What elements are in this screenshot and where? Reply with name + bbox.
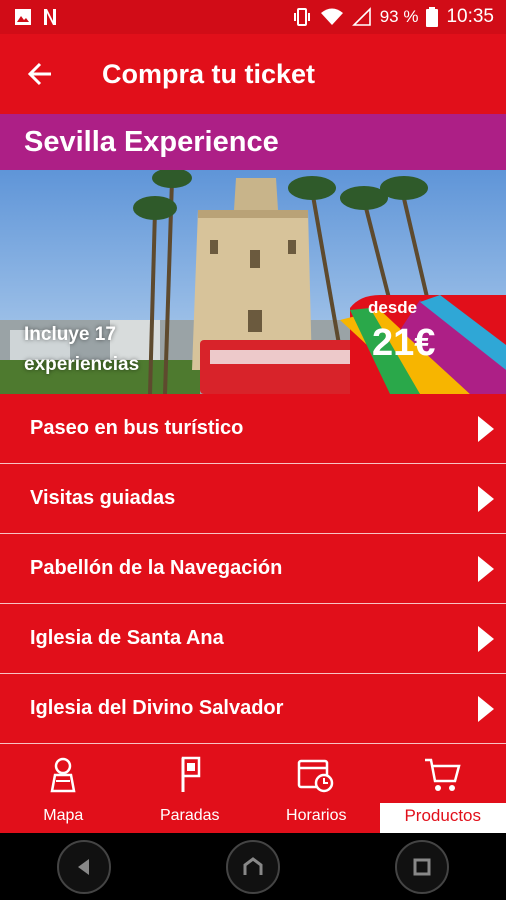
nav-back-button[interactable] [57, 839, 112, 894]
wifi-icon [320, 8, 343, 25]
tour-bus [200, 340, 370, 394]
tab-productos[interactable]: Productos [379, 746, 506, 833]
menu-item-label: Iglesia del Divino Salvador [30, 697, 284, 719]
square-recents-icon [413, 858, 431, 875]
menu-item-label: Paseo en bus turístico [30, 417, 244, 439]
menu-item-label: Pabellón de la Navegación [30, 557, 283, 579]
bus-stop-icon [181, 756, 200, 792]
nav-recents-button[interactable] [394, 839, 449, 894]
menu-item-label: Iglesia de Santa Ana [30, 627, 224, 649]
status-bar: 93 % 10:35 [0, 0, 506, 34]
battery-percent: 93 % [379, 7, 419, 26]
vibrate-icon [293, 8, 310, 26]
experiences-caption: Incluye 17 experiencias [24, 324, 140, 375]
experience-title: Sevilla Experience [24, 125, 279, 158]
menu-item-paseo-bus[interactable]: Paseo en bus turístico [0, 394, 506, 464]
price-from-label: desde [368, 298, 418, 317]
chevron-right-icon [478, 626, 494, 652]
netflix-notification-icon [44, 9, 56, 25]
menu-item-iglesia-santa-ana[interactable]: Iglesia de Santa Ana [0, 604, 506, 674]
calendar-clock-icon [298, 759, 334, 793]
page-title: Compra tu ticket [102, 58, 316, 89]
tab-label: Productos [379, 803, 506, 833]
back-button[interactable] [0, 34, 80, 114]
tab-mapa[interactable]: Mapa [0, 746, 127, 833]
price-value: 21€ [372, 322, 436, 364]
arrow-back-icon [27, 62, 51, 86]
chevron-right-icon [478, 556, 494, 582]
menu-item-label: Visitas guiadas [30, 487, 176, 509]
tower-upper [234, 178, 278, 210]
system-nav-bar [0, 833, 506, 900]
nav-home-button[interactable] [225, 839, 280, 894]
tab-paradas[interactable]: Paradas [127, 746, 254, 833]
menu-item-pabellon-navegacion[interactable]: Pabellón de la Navegación [0, 534, 506, 604]
triangle-back-icon [78, 858, 90, 875]
tab-label: Horarios [286, 807, 347, 824]
battery-icon [426, 7, 439, 27]
bottom-tab-bar: Mapa Paradas Horarios Productos [0, 746, 506, 833]
tab-label: Paradas [159, 807, 220, 824]
product-list: Paseo en bus turístico Visitas guiadas P… [0, 394, 506, 746]
experience-title-bar: Sevilla Experience [0, 114, 506, 170]
shopping-cart-icon [424, 758, 461, 791]
home-icon [243, 856, 263, 875]
chevron-right-icon [478, 486, 494, 512]
image-notification-icon [15, 9, 31, 25]
signal-icon [351, 7, 371, 26]
chevron-right-icon [478, 696, 494, 722]
menu-item-visitas-guiadas[interactable]: Visitas guiadas [0, 464, 506, 534]
app-bar: Compra tu ticket [0, 34, 506, 114]
tab-label: Mapa [43, 807, 84, 824]
map-figure-icon [50, 757, 76, 793]
menu-item-iglesia-divino-salvador[interactable]: Iglesia del Divino Salvador [0, 674, 506, 744]
tab-horarios[interactable]: Horarios [253, 746, 380, 833]
chevron-right-icon [478, 416, 494, 442]
clock: 10:35 [446, 6, 494, 27]
